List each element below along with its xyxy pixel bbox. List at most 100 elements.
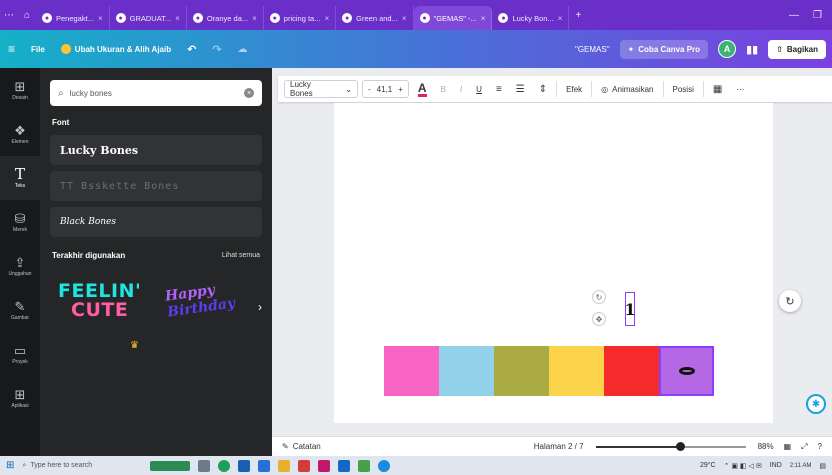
- underline-button[interactable]: U: [471, 80, 487, 98]
- grid-view-icon[interactable]: ▦: [784, 442, 792, 452]
- font-search-input[interactable]: [69, 88, 238, 98]
- rail-item-text[interactable]: T Teks: [0, 156, 40, 200]
- tab-close-icon[interactable]: ×: [481, 14, 486, 23]
- tab-close-icon[interactable]: ×: [175, 14, 180, 23]
- increase-size-button[interactable]: +: [398, 85, 403, 94]
- swatch-yellow[interactable]: [549, 346, 604, 396]
- font-size-value[interactable]: 41,1: [377, 85, 393, 94]
- effects-button[interactable]: Efek: [561, 80, 587, 98]
- taskbar-app-icon[interactable]: [278, 459, 291, 472]
- new-tab-button[interactable]: +: [569, 0, 587, 30]
- rail-item-brand[interactable]: ⛁ Merek: [0, 200, 40, 244]
- rail-item-projects[interactable]: ▭ Proyek: [0, 332, 40, 376]
- browser-tab[interactable]: ● pricing ta... ×: [264, 6, 337, 30]
- font-size-stepper[interactable]: - 41,1 +: [362, 80, 409, 98]
- page-indicator[interactable]: Halaman 2 / 7: [534, 442, 584, 451]
- swatch-red[interactable]: [604, 346, 659, 396]
- notes-button[interactable]: ✎ Catatan: [282, 442, 321, 451]
- tray-icons[interactable]: ⌃ ▣ ◧ ◁ ✉: [724, 462, 762, 470]
- insights-icon[interactable]: ▮▮: [746, 43, 758, 56]
- avatar[interactable]: A: [718, 40, 737, 58]
- rail-item-elements[interactable]: ❖ Elemen: [0, 112, 40, 156]
- swatch-light-blue[interactable]: [439, 346, 494, 396]
- browser-tab[interactable]: ● GRADUAT... ×: [110, 6, 187, 30]
- font-option-lucky-bones[interactable]: Lucky Bones: [50, 135, 262, 165]
- browser-tab[interactable]: ● Lucky Bon... ×: [492, 6, 570, 30]
- transparency-icon[interactable]: ▦: [708, 80, 727, 98]
- zoom-slider[interactable]: [595, 441, 746, 451]
- list-icon[interactable]: ☰: [511, 80, 530, 98]
- taskbar-app-icon[interactable]: [298, 459, 311, 472]
- resize-button[interactable]: Ubah Ukuran & Alih Ajaib: [53, 44, 179, 54]
- font-family-dropdown[interactable]: Lucky Bones ⌄: [284, 80, 358, 98]
- rail-item-draw[interactable]: ✎ Gambar: [0, 288, 40, 332]
- share-button[interactable]: ⇧ Bagikan: [768, 39, 826, 59]
- taskbar-app-icon[interactable]: [218, 459, 231, 472]
- tab-close-icon[interactable]: ×: [98, 14, 103, 23]
- rail-item-apps[interactable]: ⊞ Aplikasi: [0, 376, 40, 420]
- recent-style-happy-birthday[interactable]: Happy Birthday: [164, 279, 236, 321]
- font-option-bsskette-bones[interactable]: TT Bsskette Bones: [50, 171, 262, 201]
- minimize-icon[interactable]: —: [789, 10, 799, 21]
- taskbar-app-icon[interactable]: [378, 459, 391, 472]
- move-handle-icon[interactable]: ✥: [592, 312, 606, 326]
- tab-close-icon[interactable]: ×: [324, 14, 329, 23]
- rail-item-design[interactable]: ⊞ Desain: [0, 68, 40, 112]
- browser-tab[interactable]: ● Green and... ×: [336, 6, 414, 30]
- browser-tab[interactable]: ● Penegakt... ×: [36, 6, 110, 30]
- tab-close-icon[interactable]: ×: [402, 14, 407, 23]
- rotate-handle-icon[interactable]: ↻: [592, 290, 606, 304]
- align-icon[interactable]: ≡: [491, 80, 507, 98]
- taskbar-search[interactable]: ⌕ Type here to search: [22, 462, 142, 470]
- help-icon[interactable]: ?: [818, 442, 822, 452]
- font-search-box[interactable]: ⌕ ×: [50, 80, 262, 106]
- rail-item-uploads[interactable]: ⇪ Unggahan: [0, 244, 40, 288]
- clear-search-icon[interactable]: ×: [244, 88, 254, 98]
- see-all-link[interactable]: Lihat semua: [222, 252, 260, 259]
- font-option-black-bones[interactable]: Black Bones: [50, 207, 262, 237]
- try-pro-button[interactable]: ✦ Coba Canva Pro: [619, 39, 709, 59]
- fullscreen-icon[interactable]: ⤢: [801, 442, 807, 452]
- taskbar-app-icon[interactable]: [338, 459, 351, 472]
- bold-button[interactable]: B: [436, 80, 451, 98]
- taskbar-app-icon[interactable]: [150, 460, 191, 471]
- undo-icon[interactable]: ↶: [179, 43, 204, 56]
- more-options-icon[interactable]: ⋯: [731, 80, 749, 98]
- weather-widget[interactable]: 29°C: [700, 462, 716, 469]
- tab-close-icon[interactable]: ×: [252, 14, 257, 23]
- italic-button[interactable]: I: [455, 80, 467, 98]
- document-title[interactable]: "GEMAS": [575, 45, 610, 54]
- design-page[interactable]: ↻ ✥ 1: [334, 103, 773, 423]
- zoom-slider-thumb[interactable]: [675, 441, 685, 451]
- tab-menu-icon[interactable]: ⋯: [0, 0, 18, 30]
- taskbar-app-icon[interactable]: [258, 459, 271, 472]
- position-button[interactable]: Posisi: [668, 80, 699, 98]
- tab-close-icon[interactable]: ×: [558, 14, 563, 23]
- animate-button[interactable]: ◎ Animasikan: [596, 80, 658, 98]
- redo-icon[interactable]: ↷: [204, 43, 229, 56]
- swatch-pink[interactable]: [384, 346, 439, 396]
- decrease-size-button[interactable]: -: [368, 85, 371, 94]
- zoom-level[interactable]: 88%: [758, 442, 774, 451]
- language-indicator[interactable]: IND: [770, 462, 782, 469]
- magic-assistant-icon[interactable]: ✱: [806, 394, 826, 414]
- swatch-olive[interactable]: [494, 346, 549, 396]
- spacing-icon[interactable]: ⇕: [534, 80, 552, 98]
- selected-text-box[interactable]: 1: [624, 292, 636, 326]
- home-icon[interactable]: ⌂: [18, 0, 36, 30]
- recent-style-feelin-cute[interactable]: FEELIN' CUTE: [58, 282, 141, 320]
- hamburger-icon[interactable]: ≡: [0, 42, 23, 56]
- browser-tab-active[interactable]: ● "GEMAS" -... ×: [413, 6, 493, 30]
- clock[interactable]: 2:11 AM: [790, 462, 812, 470]
- refresh-icon[interactable]: ↻: [779, 290, 801, 312]
- taskbar-app-icon[interactable]: [318, 459, 331, 472]
- taskbar-app-icon[interactable]: [198, 459, 211, 472]
- restore-icon[interactable]: ❐: [813, 10, 822, 21]
- browser-tab[interactable]: ● Oranye da... ×: [187, 6, 264, 30]
- windows-start-icon[interactable]: ⊞: [6, 460, 14, 471]
- text-color-button[interactable]: A: [413, 80, 432, 98]
- taskbar-app-icon[interactable]: [358, 459, 371, 472]
- notifications-icon[interactable]: ▤: [819, 462, 826, 470]
- file-menu[interactable]: File: [23, 45, 53, 54]
- chevron-right-icon[interactable]: ›: [258, 300, 262, 314]
